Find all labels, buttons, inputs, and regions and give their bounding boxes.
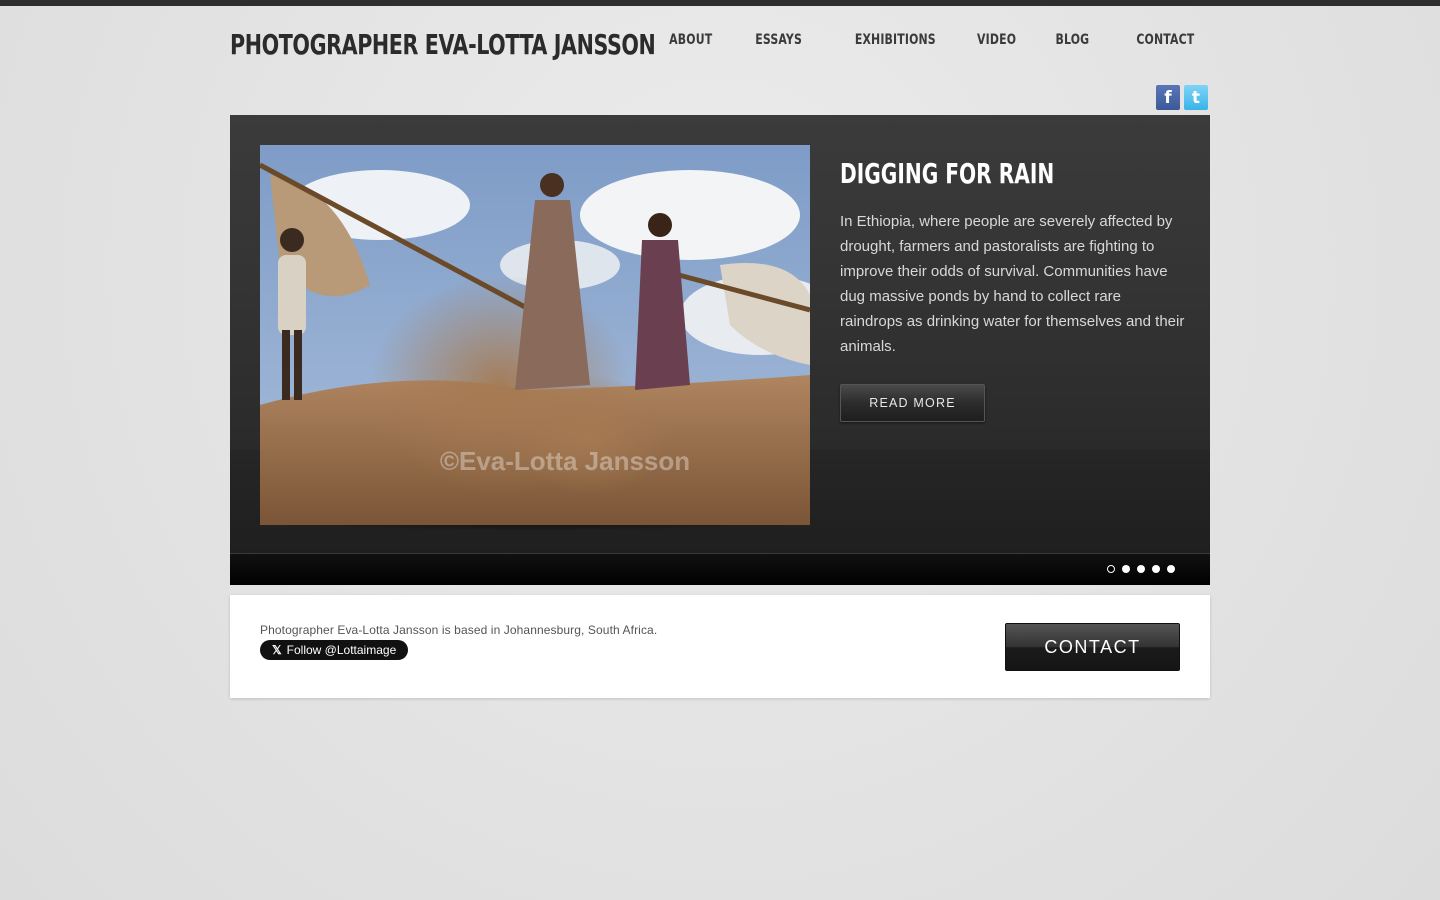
- slide-description: In Ethiopia, where people are severely a…: [840, 213, 1185, 355]
- follow-label: Follow @Lottaimage: [286, 643, 397, 657]
- main-nav: About Essays Exhibitions Video Blog Cont…: [627, 32, 1194, 48]
- slide-photo-illustration: ©Eva-Lotta Jansson: [260, 145, 810, 525]
- read-more-button[interactable]: Read More: [840, 384, 985, 422]
- twitter-icon[interactable]: t: [1184, 85, 1208, 110]
- x-logo-icon: 𝕏: [272, 643, 282, 657]
- nav-video[interactable]: Video: [977, 32, 1016, 48]
- slider-dot-4[interactable]: [1152, 565, 1160, 573]
- slide-title[interactable]: Digging for Rain: [840, 157, 1054, 190]
- slider-dot-3[interactable]: [1137, 565, 1145, 573]
- about-text: Photographer Eva-Lotta Jansson is based …: [260, 623, 658, 637]
- info-box: Photographer Eva-Lotta Jansson is based …: [230, 595, 1210, 698]
- nav-about[interactable]: About: [669, 32, 712, 48]
- twitter-follow-button[interactable]: 𝕏 Follow @Lottaimage: [260, 640, 409, 660]
- slider-dot-1[interactable]: [1107, 565, 1115, 573]
- slide-photo[interactable]: ©Eva-Lotta Jansson: [260, 145, 810, 525]
- featured-slider: ©Eva-Lotta Jansson Digging for Rain In E…: [230, 115, 1210, 585]
- top-bar: [0, 0, 1440, 6]
- nav-contact[interactable]: Contact: [1136, 32, 1194, 48]
- nav-exhibitions[interactable]: Exhibitions: [855, 32, 936, 48]
- site-title[interactable]: Photographer Eva-Lotta Jansson: [230, 28, 656, 61]
- nav-blog[interactable]: Blog: [1056, 32, 1090, 48]
- slider-pagination: [1107, 565, 1175, 573]
- slider-control-strip: [230, 553, 1210, 585]
- nav-essays[interactable]: Essays: [755, 32, 802, 48]
- slider-dot-2[interactable]: [1122, 565, 1130, 573]
- slider-dot-5[interactable]: [1167, 565, 1175, 573]
- photo-watermark: ©Eva-Lotta Jansson: [440, 446, 690, 476]
- contact-button[interactable]: Contact: [1005, 623, 1180, 671]
- social-links: f t: [1156, 85, 1208, 110]
- facebook-icon[interactable]: f: [1156, 85, 1180, 110]
